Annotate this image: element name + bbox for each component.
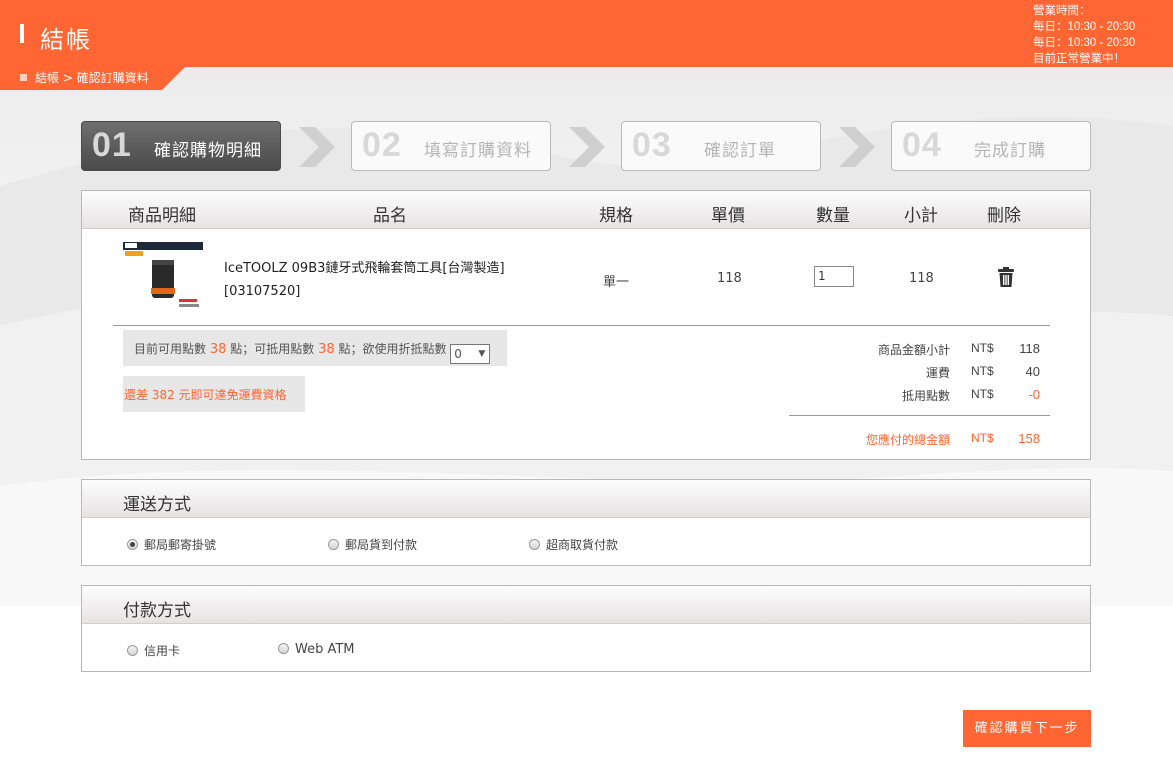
step-label: 確認購物明細 [154, 141, 262, 161]
summary-currency: NT$ [971, 431, 994, 445]
hours-status: 目前正常營業中！ [1033, 53, 1125, 65]
business-hours: 營業時間： 每日：10:30 - 20:30 每日：10:30 - 20:30 … [1033, 3, 1135, 67]
payment-option-credit-card[interactable]: 信用卡 [127, 642, 180, 659]
hours-line: 營業時間： [1033, 5, 1091, 17]
col-header-name: 品名 [373, 206, 407, 226]
summary-currency: NT$ [971, 387, 994, 401]
points-box: 目前可用點數 38 點；可抵用點數 38 點；欲使用折抵點數 0 ▼ [123, 330, 507, 366]
option-label: 郵局郵寄掛號 [144, 538, 217, 552]
summary-points-value: -0 [1028, 387, 1040, 402]
option-label: 郵局貨到付款 [345, 538, 418, 552]
divider [113, 325, 1050, 326]
col-header-delete: 刪除 [987, 206, 1021, 226]
step-4: 04 完成訂購 [891, 121, 1091, 171]
summary-shipping-value: 40 [1025, 364, 1040, 379]
breadcrumb: 結帳 > 確認訂購資料 [0, 66, 186, 90]
payment-panel: 付款方式 信用卡 Web ATM [81, 585, 1091, 672]
chevron-down-icon: ▼ [478, 349, 486, 359]
option-label: 超商取貨付款 [546, 538, 619, 552]
step-3: 03 確認訂單 [621, 121, 821, 171]
summary-divider [789, 415, 1050, 416]
step-number: 02 [362, 126, 402, 164]
title-bar-mark [20, 24, 24, 43]
cart-panel: 商品明細 品名 規格 單價 數量 小計 刪除 IceTOOLZ 09B3鏈牙式飛… [81, 190, 1091, 460]
checkout-steps: 01 確認購物明細 02 填寫訂購資料 03 確認訂單 04 完成訂購 [81, 121, 1091, 171]
summary-currency: NT$ [971, 341, 994, 355]
trash-icon[interactable] [997, 267, 1015, 287]
step-arrow-icon [839, 127, 875, 167]
radio-button[interactable] [127, 645, 138, 656]
product-name[interactable]: IceTOOLZ 09B3鏈牙式飛輪套筒工具[台灣製造] [03107520] [224, 257, 505, 303]
points-text: 點；欲使用折抵點數 [338, 342, 447, 356]
shipping-panel: 運送方式 郵局郵寄掛號 郵局貨到付款 超商取貨付款 [81, 479, 1091, 566]
hours-line: 每日：10:30 - 20:30 [1033, 21, 1136, 33]
step-2: 02 填寫訂購資料 [351, 121, 551, 171]
summary-currency: NT$ [971, 364, 994, 378]
radio-button[interactable] [328, 539, 339, 550]
product-code: [03107520] [224, 284, 301, 299]
radio-button[interactable] [127, 539, 138, 550]
step-number: 03 [632, 126, 672, 164]
points-available: 38 [209, 342, 227, 357]
points-select-value: 0 [454, 347, 462, 361]
quantity-input[interactable]: 1 [814, 266, 854, 287]
col-header-detail: 商品明細 [128, 206, 196, 226]
payment-title: 付款方式 [123, 601, 191, 621]
step-arrow-icon [569, 127, 605, 167]
summary-points-label: 抵用點數 [901, 389, 950, 403]
table-row: IceTOOLZ 09B3鏈牙式飛輪套筒工具[台灣製造] [03107520] … [82, 229, 1090, 325]
shipping-option-cod[interactable]: 郵局貨到付款 [328, 536, 417, 553]
shipping-header: 運送方式 [82, 480, 1090, 518]
summary-subtotal-value: 118 [1019, 341, 1040, 356]
radio-button[interactable] [529, 539, 540, 550]
product-name-line: IceTOOLZ 09B3鏈牙式飛輪套筒工具[台灣製造] [224, 261, 505, 276]
col-header-price: 單價 [711, 206, 745, 226]
summary-total-value: 158 [1018, 431, 1040, 446]
col-header-qty: 數量 [816, 206, 850, 226]
shipping-title: 運送方式 [123, 495, 191, 515]
step-number: 04 [902, 126, 942, 164]
step-label: 確認訂單 [704, 141, 776, 161]
breadcrumb-text[interactable]: 結帳 > 確認訂購資料 [35, 71, 149, 85]
shipping-option-store-pickup[interactable]: 超商取貨付款 [529, 536, 618, 553]
product-subtotal: 118 [909, 271, 934, 286]
confirm-next-button[interactable]: 確認購買下一步 [963, 710, 1091, 747]
payment-header: 付款方式 [82, 586, 1090, 624]
page-header: 結帳 營業時間： 每日：10:30 - 20:30 每日：10:30 - 20:… [0, 0, 1173, 67]
step-label: 完成訂購 [974, 141, 1046, 161]
summary-total-label: 您應付的總金額 [865, 433, 950, 447]
product-price: 118 [717, 271, 742, 286]
points-text: 目前可用點數 [134, 342, 207, 356]
step-arrow-icon [299, 127, 335, 167]
hours-line: 每日：10:30 - 20:30 [1033, 37, 1136, 49]
points-usable: 38 [318, 342, 335, 357]
points-text: 點；可抵用點數 [230, 342, 315, 356]
breadcrumb-bullet-icon [20, 74, 27, 81]
radio-button[interactable] [278, 643, 289, 654]
product-spec: 單一 [603, 275, 630, 290]
col-header-subtotal: 小計 [904, 206, 938, 226]
step-label: 填寫訂購資料 [424, 141, 532, 161]
col-header-spec: 規格 [599, 206, 633, 226]
cart-table-header: 商品明細 品名 規格 單價 數量 小計 刪除 [82, 191, 1090, 229]
product-thumbnail[interactable] [123, 242, 203, 312]
summary-shipping-label: 運費 [925, 366, 950, 380]
option-label: 信用卡 [144, 644, 181, 658]
shipping-option-registered-mail[interactable]: 郵局郵寄掛號 [127, 536, 216, 553]
step-number: 01 [92, 126, 132, 164]
summary-subtotal-label: 商品金額小計 [877, 343, 950, 357]
free-shipping-note: 還差 382 元即可達免運費資格 [123, 376, 305, 412]
page-title: 結帳 [40, 26, 92, 54]
payment-option-web-atm[interactable]: Web ATM [278, 642, 355, 657]
points-select[interactable]: 0 ▼ [450, 344, 491, 364]
option-label: Web ATM [295, 642, 355, 657]
step-1: 01 確認購物明細 [81, 121, 281, 171]
